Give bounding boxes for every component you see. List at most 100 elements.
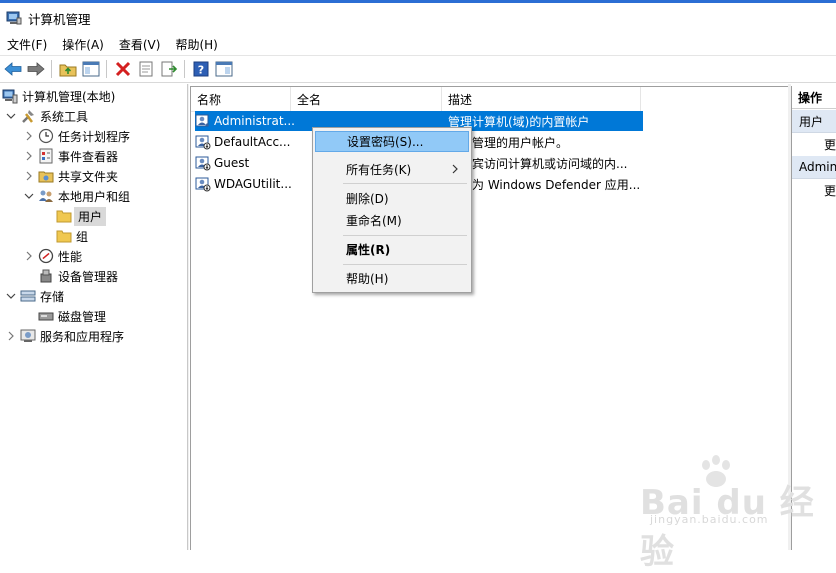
tree-item-shared-folders[interactable]: 共享文件夹 <box>22 166 118 186</box>
performance-icon <box>38 248 54 264</box>
tree-item-root[interactable]: 计算机管理(本地) <box>2 86 115 106</box>
window-title: 计算机管理 <box>28 11 91 27</box>
navigation-tree: 计算机管理(本地) 系统工具 任务计划程序 事件查看器 共享文件夹 本地用户和组… <box>0 84 186 550</box>
chevron-down-icon[interactable] <box>4 109 18 123</box>
tree-item-system-tools[interactable]: 系统工具 <box>4 106 88 126</box>
export-icon[interactable] <box>159 59 179 79</box>
menu-item-rename[interactable]: 重命名(M) <box>315 210 469 231</box>
tree-label: 服务和应用程序 <box>40 329 125 344</box>
user-icon <box>195 113 211 129</box>
tools-icon <box>20 108 36 124</box>
event-viewer-icon <box>38 148 54 164</box>
tree-item-event-viewer[interactable]: 事件查看器 <box>22 146 118 166</box>
cell-name: WDAGUtilit... <box>214 177 292 191</box>
actions-more-users[interactable]: 更多操作 <box>792 133 836 155</box>
chevron-right-icon[interactable] <box>4 329 18 343</box>
menu-file[interactable]: 文件(F) <box>0 36 55 53</box>
folder-icon <box>56 208 72 224</box>
tree-label: 共享文件夹 <box>58 169 119 184</box>
tree-label: 计算机管理(本地) <box>22 89 116 104</box>
delete-icon[interactable] <box>113 59 133 79</box>
tree-item-services-apps[interactable]: 服务和应用程序 <box>4 326 124 346</box>
tree-label: 设备管理器 <box>58 269 119 284</box>
tree-label: 本地用户和组 <box>58 189 131 204</box>
folder-icon <box>56 228 72 244</box>
watermark-url: jingyan.baidu.com <box>650 513 769 526</box>
user-disabled-icon <box>195 134 211 150</box>
forward-icon[interactable] <box>26 59 46 79</box>
users-group-icon <box>38 188 54 204</box>
menu-separator <box>343 183 467 184</box>
tree-label: 磁盘管理 <box>58 309 107 324</box>
list-header: 名称 全名 描述 <box>191 87 641 112</box>
tree-item-groups[interactable]: 组 <box>56 226 88 246</box>
up-folder-icon[interactable] <box>58 59 78 79</box>
tree-label: 组 <box>76 229 89 244</box>
tree-label: 用户 <box>74 206 107 226</box>
services-icon <box>20 328 36 344</box>
computer-management-icon <box>6 11 22 25</box>
menu-bar: 文件(F) 操作(A) 查看(V) 帮助(H) <box>0 33 836 56</box>
chevron-right-icon[interactable] <box>22 249 36 263</box>
show-action-pane-icon[interactable] <box>214 59 234 79</box>
cell-name: DefaultAcc... <box>214 135 291 149</box>
menu-help[interactable]: 帮助(H) <box>168 36 225 53</box>
chevron-right-icon[interactable] <box>22 169 36 183</box>
tree-label: 系统工具 <box>40 109 89 124</box>
tree-item-local-users-groups[interactable]: 本地用户和组 <box>22 186 130 206</box>
toolbar-separator <box>184 60 185 78</box>
cell-description: 供来宾访问计算机或访问域的内... <box>448 156 628 171</box>
disk-icon <box>38 308 54 324</box>
clock-icon <box>38 128 54 144</box>
cell-description: 系统为 Windows Defender 应用... <box>448 177 641 192</box>
chevron-down-icon[interactable] <box>22 189 36 203</box>
actions-section-users[interactable]: 用户 <box>792 110 836 133</box>
tree-item-performance[interactable]: 性能 <box>22 246 82 266</box>
user-disabled-icon <box>195 176 211 192</box>
shared-folder-icon <box>38 168 54 184</box>
menu-item-properties[interactable]: 属性(R) <box>315 239 469 260</box>
title-bar: 计算机管理 <box>0 0 836 33</box>
show-pane-icon[interactable] <box>81 59 101 79</box>
tree-item-storage[interactable]: 存储 <box>4 286 64 306</box>
menu-item-set-password[interactable]: 设置密码(S)... <box>315 131 469 152</box>
svg-text:?: ? <box>198 64 204 77</box>
cell-name: Administrat... <box>214 114 295 128</box>
tree-item-disk-management[interactable]: 磁盘管理 <box>38 306 106 326</box>
menu-separator <box>343 235 467 236</box>
help-icon[interactable]: ? <box>191 59 211 79</box>
toolbar: ? <box>0 56 836 83</box>
tree-label: 存储 <box>40 289 65 304</box>
user-disabled-icon <box>195 155 211 171</box>
watermark: Bai du 经验 jingyan.baidu.com <box>640 455 830 572</box>
tree-item-device-manager[interactable]: 设备管理器 <box>38 266 118 286</box>
column-header-name[interactable]: 名称 <box>191 87 291 111</box>
column-header-fullname[interactable]: 全名 <box>291 87 442 111</box>
storage-icon <box>20 288 36 304</box>
actions-section-administrator[interactable]: Administrator <box>792 156 836 179</box>
chevron-right-icon[interactable] <box>22 149 36 163</box>
column-header-description[interactable]: 描述 <box>442 87 641 111</box>
chevron-right-icon[interactable] <box>22 129 36 143</box>
menu-action[interactable]: 操作(A) <box>55 36 112 53</box>
chevron-down-icon[interactable] <box>4 289 18 303</box>
toolbar-separator <box>51 60 52 78</box>
tree-label: 任务计划程序 <box>58 129 131 144</box>
menu-item-all-tasks[interactable]: 所有任务(K) <box>315 159 469 180</box>
actions-header: 操作 <box>792 86 836 109</box>
splitter[interactable] <box>187 84 189 550</box>
menu-item-help[interactable]: 帮助(H) <box>315 268 469 289</box>
menu-view[interactable]: 查看(V) <box>112 36 169 53</box>
device-manager-icon <box>38 268 54 284</box>
tree-label: 事件查看器 <box>58 149 119 164</box>
tree-item-users[interactable]: 用户 <box>56 206 107 226</box>
tree-item-task-scheduler[interactable]: 任务计划程序 <box>22 126 130 146</box>
computer-management-icon <box>2 88 18 104</box>
tree-label: 性能 <box>58 249 83 264</box>
back-icon[interactable] <box>3 59 23 79</box>
menu-item-delete[interactable]: 删除(D) <box>315 188 469 209</box>
context-menu: 设置密码(S)... 所有任务(K) 删除(D) 重命名(M) 属性(R) 帮助… <box>312 127 472 293</box>
toolbar-separator <box>106 60 107 78</box>
properties-icon[interactable] <box>136 59 156 79</box>
actions-more-administrator[interactable]: 更多操作 <box>792 179 836 201</box>
